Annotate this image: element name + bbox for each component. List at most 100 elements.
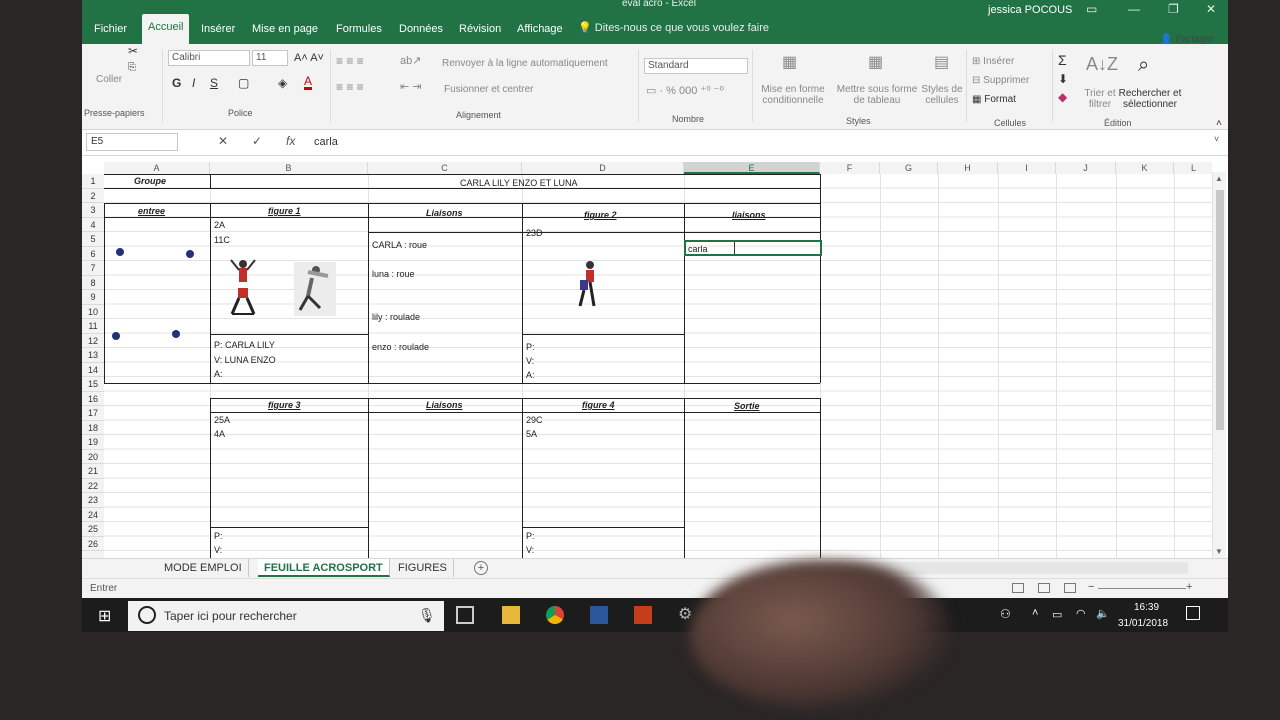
tab-donnees[interactable]: Données [393,16,449,42]
wifi-icon[interactable]: ◠ [1076,607,1086,620]
liaison-entry[interactable]: CARLA : roue [372,240,427,250]
format-cells-button[interactable]: ▦ Format [972,94,1016,105]
acrobat-figure-image[interactable] [226,258,260,320]
tab-mise-en-page[interactable]: Mise en page [246,16,324,42]
liaison-entry[interactable]: luna : roue [372,269,415,279]
row-header[interactable]: 25 [82,522,104,537]
entree-header[interactable]: entree [138,206,165,216]
tab-fichier[interactable]: Fichier [88,16,133,42]
chevron-up-icon[interactable]: ˄ [1032,607,1038,619]
row-header[interactable]: 23 [82,493,104,508]
column-header[interactable]: K [1116,162,1174,174]
vertical-scrollbar[interactable]: ▲ ▼ [1212,172,1226,558]
figure2-porteur[interactable]: P: [526,342,535,352]
zoom-out-icon[interactable]: − [1088,581,1094,593]
tab-affichage[interactable]: Affichage [511,16,569,42]
column-header[interactable]: B [210,162,368,174]
grow-font-icon[interactable]: A˄ A˅ [294,52,324,64]
cell-styles-button[interactable]: Styles de cellules [918,84,966,106]
groupe-value[interactable]: CARLA LILY ENZO ET LUNA [460,178,578,188]
clock-time[interactable]: 16:39 [1134,602,1159,613]
figure1-code[interactable]: 2A [214,220,225,230]
paste-button[interactable]: Coller [96,74,122,85]
acrobat-figure-image[interactable] [574,260,602,310]
figure3-voltigeur[interactable]: V: [214,545,222,555]
row-header[interactable]: 24 [82,508,104,522]
scroll-down-icon[interactable]: ▼ [1215,547,1223,556]
battery-icon[interactable]: ▭ [1052,608,1062,621]
row-header[interactable]: 19 [82,435,104,450]
row-header[interactable]: 26 [82,537,104,551]
row-header[interactable]: 22 [82,479,104,493]
row-header[interactable]: 13 [82,348,104,363]
figure1-header[interactable]: figure 1 [268,206,301,216]
align-left-icon[interactable]: ≡ ≡ ≡ [336,80,364,94]
liaisons2-header[interactable]: liaisons [732,210,766,220]
row-header[interactable]: 20 [82,450,104,464]
tab-inserer[interactable]: Insérer [195,16,241,42]
windows-start-icon[interactable]: ⊞ [98,606,111,626]
row-header[interactable]: 6 [82,247,104,261]
font-size-select[interactable]: 11 [252,50,288,66]
active-cell-value[interactable]: carla [688,244,708,254]
add-sheet-icon[interactable]: + [474,561,488,575]
task-view-icon[interactable] [456,606,474,624]
borders-icon[interactable]: ▢ [238,76,249,90]
zoom-slider[interactable] [1098,588,1186,589]
font-color-icon[interactable]: A [304,75,313,90]
figure3-porteur[interactable]: P: [214,531,223,541]
expand-formula-icon[interactable]: ˅ [1214,134,1219,144]
powerpoint-icon[interactable] [634,606,652,624]
figure3-header[interactable]: figure 3 [268,400,301,410]
figure4-porteur[interactable]: P: [526,531,535,541]
row-header[interactable]: 18 [82,421,104,435]
underline-button[interactable]: S [210,76,218,90]
insert-function-icon[interactable]: fx [286,134,295,148]
copy-icon[interactable]: ⎘ [128,62,136,73]
clear-icon[interactable]: ◆ [1058,90,1067,104]
column-header[interactable]: H [938,162,998,174]
people-icon[interactable]: ⚇ [1000,607,1011,621]
row-header[interactable]: 4 [82,218,104,232]
autosum-icon[interactable]: Σ [1058,52,1067,68]
word-icon[interactable] [590,606,608,624]
column-header[interactable]: D [522,162,684,174]
figure2-code[interactable]: 23D [526,228,543,238]
row-header[interactable]: 14 [82,363,104,377]
tab-accueil[interactable]: Accueil [142,14,190,44]
page-break-icon[interactable] [1064,583,1076,593]
chrome-icon[interactable] [546,606,564,624]
sheet-tab-mode-emploi[interactable]: MODE EMPLOI [158,559,249,577]
row-header[interactable]: 1 [82,174,104,189]
row-header[interactable]: 5 [82,232,104,247]
row-header[interactable]: 2 [82,189,104,203]
tell-me-box[interactable]: 💡 Dites-nous ce que vous voulez faire [578,21,769,34]
figure2-voltigeur[interactable]: V: [526,356,534,366]
microphone-icon[interactable]: 🎙 [418,607,436,624]
tab-formules[interactable]: Formules [330,16,388,42]
figure2-header[interactable]: figure 2 [584,210,617,220]
share-button[interactable]: 👤 Partager [1160,34,1214,45]
column-header[interactable]: J [1056,162,1116,174]
orientation-icon[interactable]: ab↗ [400,54,421,67]
formula-input[interactable]: carla [314,133,1214,151]
conditional-format-button[interactable]: Mise en forme conditionnelle [754,84,832,106]
bold-button[interactable]: G [172,76,181,90]
row-header[interactable]: 8 [82,276,104,290]
clock-date[interactable]: 31/01/2018 [1118,618,1168,629]
figure4-code[interactable]: 29C [526,415,543,425]
taskbar-search-box[interactable]: Taper ici pour rechercher 🎙 [128,601,444,631]
row-header[interactable]: 9 [82,290,104,305]
column-header[interactable]: F [820,162,880,174]
figure3-code[interactable]: 4A [214,429,225,439]
wrap-text-button[interactable]: Renvoyer à la ligne automatiquement [442,58,608,69]
row-header[interactable]: 3 [82,203,104,218]
cells-area[interactable]: Groupe CARLA LILY ENZO ET LUNA entree fi… [104,174,1212,558]
sortie-header[interactable]: Sortie [734,401,760,411]
row-header[interactable]: 17 [82,406,104,421]
collapse-ribbon-icon[interactable]: ˄ [1216,118,1222,129]
figure1-voltigeur[interactable]: V: LUNA ENZO [214,355,276,365]
figure4-voltigeur[interactable]: V: [526,545,534,555]
figure1-aide[interactable]: A: [214,369,223,379]
indent-icon[interactable]: ⇤ ⇥ [400,80,422,93]
